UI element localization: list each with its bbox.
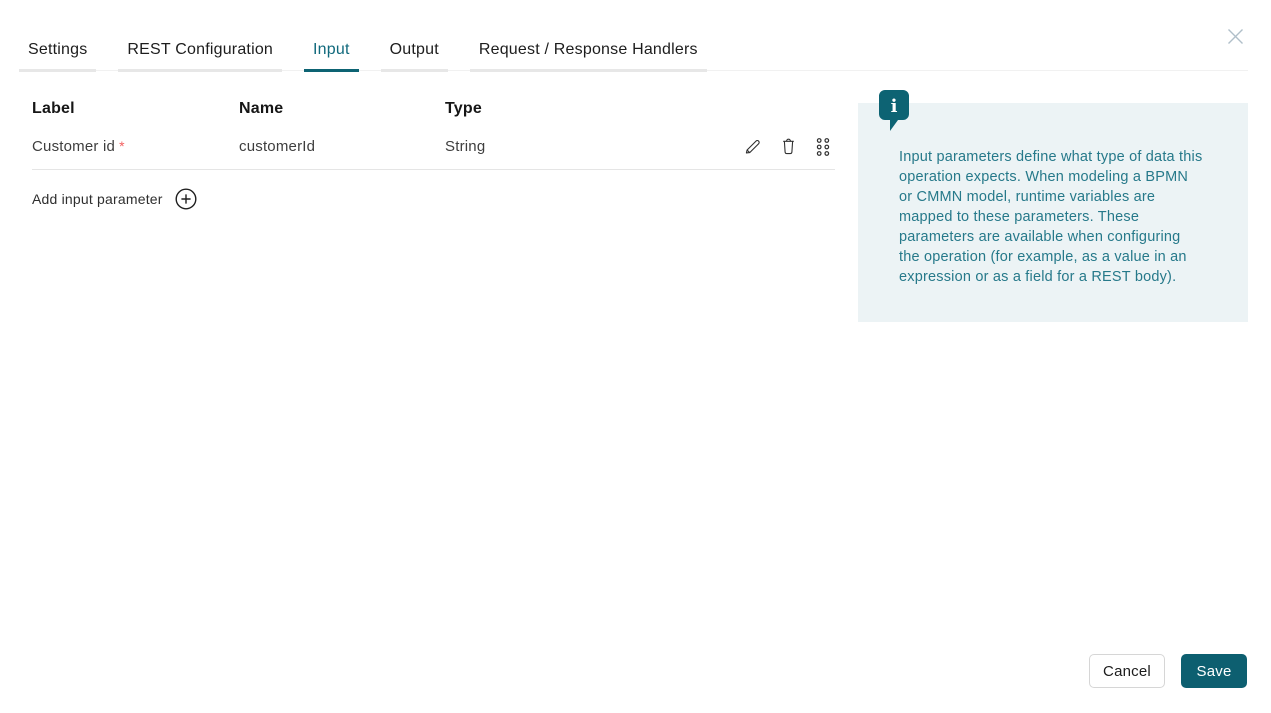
plus-circle-icon — [175, 188, 197, 210]
tab-request-response-handlers[interactable]: Request / Response Handlers — [470, 41, 707, 72]
tab-output[interactable]: Output — [381, 41, 448, 72]
tab-settings[interactable]: Settings — [19, 41, 96, 72]
row-actions — [725, 137, 835, 157]
table-header-row: Label Name Type — [32, 94, 835, 124]
table-row: Customer id* customerId String — [32, 124, 835, 170]
param-label-cell: Customer id* — [32, 138, 239, 155]
param-label-text: Customer id — [32, 138, 115, 155]
column-header-name: Name — [239, 100, 445, 118]
required-marker: * — [119, 138, 125, 154]
info-panel: i Input parameters define what type of d… — [858, 103, 1248, 322]
edit-pencil-icon[interactable] — [743, 137, 762, 156]
column-header-type: Type — [445, 100, 725, 118]
info-panel-text: Input parameters define what type of dat… — [899, 147, 1203, 287]
operation-config-dialog: Settings REST Configuration Input Output… — [0, 0, 1271, 713]
param-name-cell: customerId — [239, 138, 445, 155]
add-input-parameter-button[interactable]: Add input parameter — [32, 170, 835, 215]
save-button[interactable]: Save — [1181, 654, 1247, 688]
cancel-button[interactable]: Cancel — [1089, 654, 1165, 688]
param-type-cell: String — [445, 138, 725, 155]
column-header-label: Label — [32, 100, 239, 118]
add-input-parameter-label: Add input parameter — [32, 191, 163, 207]
tab-bar: Settings REST Configuration Input Output… — [19, 29, 1248, 71]
drag-handle-icon[interactable] — [815, 137, 831, 157]
delete-trash-icon[interactable] — [779, 137, 798, 156]
tab-input[interactable]: Input — [304, 41, 359, 72]
info-icon: i — [879, 90, 909, 133]
input-parameters-table: Label Name Type Customer id* customerId … — [32, 94, 835, 215]
tab-rest-configuration[interactable]: REST Configuration — [118, 41, 282, 72]
svg-text:i: i — [891, 96, 898, 117]
